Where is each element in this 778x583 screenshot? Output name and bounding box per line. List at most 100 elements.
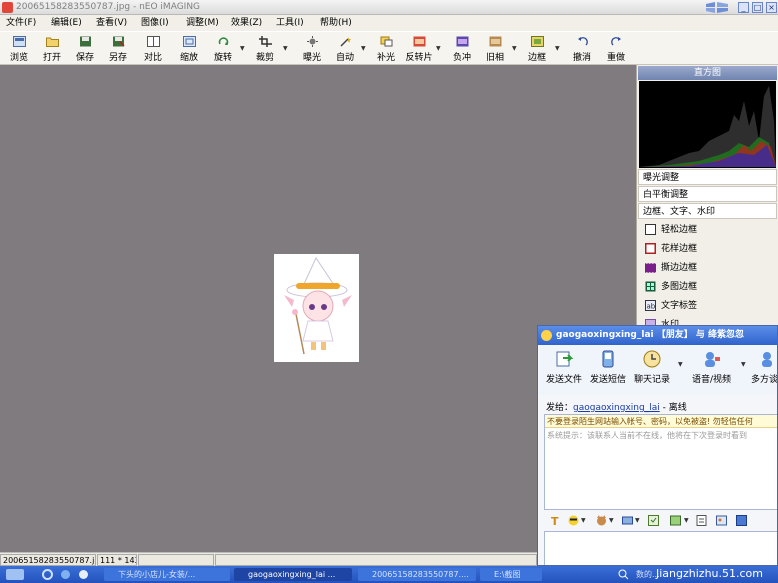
chat-toolbar: 发送文件 发送短信 聊天记录 ▼ 语音/视频 ▼ 多方谈 xyxy=(538,345,778,395)
maximize-button[interactable]: □ xyxy=(752,2,763,13)
ie-icon[interactable] xyxy=(42,569,53,580)
title-bar: 20065158283550787.jpg - nEO iMAGING _ □ … xyxy=(0,0,778,15)
old-photo-button[interactable]: 旧相 xyxy=(480,35,510,65)
multi-party-chat-button[interactable]: 多方谈 xyxy=(751,349,778,385)
screenshot-icon[interactable] xyxy=(670,515,681,526)
browse-button[interactable]: 浏览 xyxy=(4,35,34,65)
start-button[interactable] xyxy=(6,569,24,580)
rotate-dropdown-arrow-icon[interactable]: ▼ xyxy=(240,45,245,52)
multi-image-border-item[interactable]: 多图边框 xyxy=(645,279,697,295)
save-label: 保存 xyxy=(75,53,94,63)
fancy-border-item[interactable]: 花样边框 xyxy=(645,241,697,257)
reversal-film-dropdown-arrow-icon[interactable]: ▼ xyxy=(436,45,441,52)
undo-icon xyxy=(577,37,588,46)
voice-video-dropdown-arrow-icon[interactable]: ▼ xyxy=(741,361,746,368)
fancy-border-label: 花样边框 xyxy=(661,244,698,254)
send-sms-button[interactable]: 发送短信 xyxy=(590,349,626,385)
torn-border-label: 撕边边框 xyxy=(661,263,698,273)
crop-dropdown-arrow-icon[interactable]: ▼ xyxy=(283,45,288,52)
message-history-area[interactable]: 不要登录陌生网站输入帐号、密码，以免被盗! 勿轻信任何 系统提示：该联系人当前不… xyxy=(544,414,777,510)
menu-file[interactable]: 文件(F) xyxy=(6,16,36,30)
rotate-label: 旋转 xyxy=(213,53,232,63)
edit-icon[interactable] xyxy=(648,515,659,526)
reversal-film-button[interactable]: 反转片 xyxy=(404,35,434,65)
menu-tools[interactable]: 工具(I) xyxy=(276,16,304,30)
screenshot-dropdown-arrow-icon[interactable]: ▼ xyxy=(684,517,689,524)
exposure-button[interactable]: 曝光 xyxy=(297,35,327,65)
chat-history-dropdown-arrow-icon[interactable]: ▼ xyxy=(678,361,683,368)
save-as-button[interactable]: 另存 xyxy=(103,35,133,65)
task-screenshot-folder[interactable]: E:\截图 xyxy=(480,568,542,581)
crop-icon xyxy=(258,36,272,47)
close-button[interactable]: × xyxy=(766,2,777,13)
menu-edit[interactable]: 编辑(E) xyxy=(51,16,82,30)
redo-button[interactable]: 重做 xyxy=(601,35,631,65)
menu-adjust[interactable]: 调整(M) xyxy=(186,16,219,30)
torn-border-item[interactable]: 撕边边框 xyxy=(645,260,697,276)
message-input[interactable] xyxy=(544,531,777,565)
chat-history-label: 聊天记录 xyxy=(634,375,671,385)
voice-video-button[interactable]: 语音/视频 xyxy=(692,349,731,385)
exposure-adjust-section[interactable]: 曝光调整 xyxy=(638,169,777,185)
task-neo-imaging[interactable]: 20065158283550787.... xyxy=(358,568,476,581)
text-label-label: 文字标签 xyxy=(661,301,698,311)
magic-face-dropdown-arrow-icon[interactable]: ▼ xyxy=(609,517,614,524)
cross-process-button[interactable]: 负冲 xyxy=(447,35,477,65)
undo-button[interactable]: 撤消 xyxy=(567,35,597,65)
white-balance-section[interactable]: 白平衡调整 xyxy=(638,186,777,202)
menu-help[interactable]: 帮助(H) xyxy=(320,16,352,30)
auto-button[interactable]: 自动 xyxy=(330,35,360,65)
photo-thumbnail[interactable] xyxy=(274,254,359,362)
rotate-button[interactable]: 旋转 xyxy=(208,35,238,65)
task-qq-chat[interactable]: gaogaoxingxing_lai ... xyxy=(234,568,352,581)
tray-search-icon[interactable] xyxy=(618,569,629,580)
magic-face-icon[interactable] xyxy=(596,515,607,526)
fill-light-label: 补光 xyxy=(376,53,395,63)
task-shop-window[interactable]: 下头的小店儿-女装/... xyxy=(104,568,230,581)
image-icon[interactable] xyxy=(716,515,727,526)
reversal-film-icon xyxy=(413,36,425,47)
save-icon xyxy=(79,36,91,47)
system-message: 系统提示：该联系人当前不在线，他将在下次登录时看到 xyxy=(547,431,747,440)
app-icon xyxy=(2,2,13,13)
emoji-dropdown-arrow-icon[interactable]: ▼ xyxy=(581,517,586,524)
old-photo-dropdown-arrow-icon[interactable]: ▼ xyxy=(512,45,517,52)
open-button[interactable]: 打开 xyxy=(37,35,67,65)
crop-label: 裁剪 xyxy=(255,53,274,63)
chat-window: gaogaoxingxing_lai 【朋友】 与 绛紫忽忽 发送文件 发送短信… xyxy=(537,325,778,566)
status-empty-cell-2 xyxy=(215,554,537,566)
zoom-button[interactable]: 缩放 xyxy=(174,35,204,65)
menu-image[interactable]: 图像(I) xyxy=(141,16,169,30)
font-icon[interactable]: T xyxy=(550,515,561,526)
status-filename: 20065158283550787.jpg xyxy=(0,554,96,566)
border-text-watermark-section[interactable]: 边框、文字、水印 xyxy=(638,203,777,219)
send-file-icon xyxy=(556,351,574,367)
easy-border-item[interactable]: 轻松边框 xyxy=(645,222,697,238)
border-dropdown-arrow-icon[interactable]: ▼ xyxy=(555,45,560,52)
save-button[interactable]: 保存 xyxy=(70,35,100,65)
send-file-button[interactable]: 发送文件 xyxy=(546,349,582,385)
auto-dropdown-arrow-icon[interactable]: ▼ xyxy=(361,45,366,52)
menu-effects[interactable]: 效果(Z) xyxy=(231,16,262,30)
torn-border-icon xyxy=(645,263,656,273)
media-icon[interactable] xyxy=(78,569,89,580)
witch-girl-illustration xyxy=(284,256,352,355)
fill-light-button[interactable]: 补光 xyxy=(371,35,401,65)
recipient-link[interactable]: gaogaoxingxing_lai xyxy=(573,403,660,413)
crop-button[interactable]: 裁剪 xyxy=(250,35,280,65)
border-button[interactable]: 边框 xyxy=(522,35,552,65)
menu-view[interactable]: 查看(V) xyxy=(96,16,127,30)
desktop-icon[interactable] xyxy=(60,569,71,580)
text-label-item[interactable]: ab 文字标签 xyxy=(645,298,697,314)
emoji-icon[interactable] xyxy=(568,515,579,526)
multi-party-chat-label: 多方谈 xyxy=(751,375,778,385)
shake-dropdown-arrow-icon[interactable]: ▼ xyxy=(635,517,640,524)
compare-button[interactable]: 对比 xyxy=(138,35,168,65)
minimize-button[interactable]: _ xyxy=(738,2,749,13)
notepad-icon[interactable] xyxy=(696,515,707,526)
chat-history-button[interactable]: 聊天记录 xyxy=(634,349,670,385)
message-box-icon[interactable] xyxy=(736,515,747,526)
rotate-icon xyxy=(218,37,228,45)
easy-border-label: 轻松边框 xyxy=(661,225,698,235)
shake-icon[interactable] xyxy=(622,515,633,526)
